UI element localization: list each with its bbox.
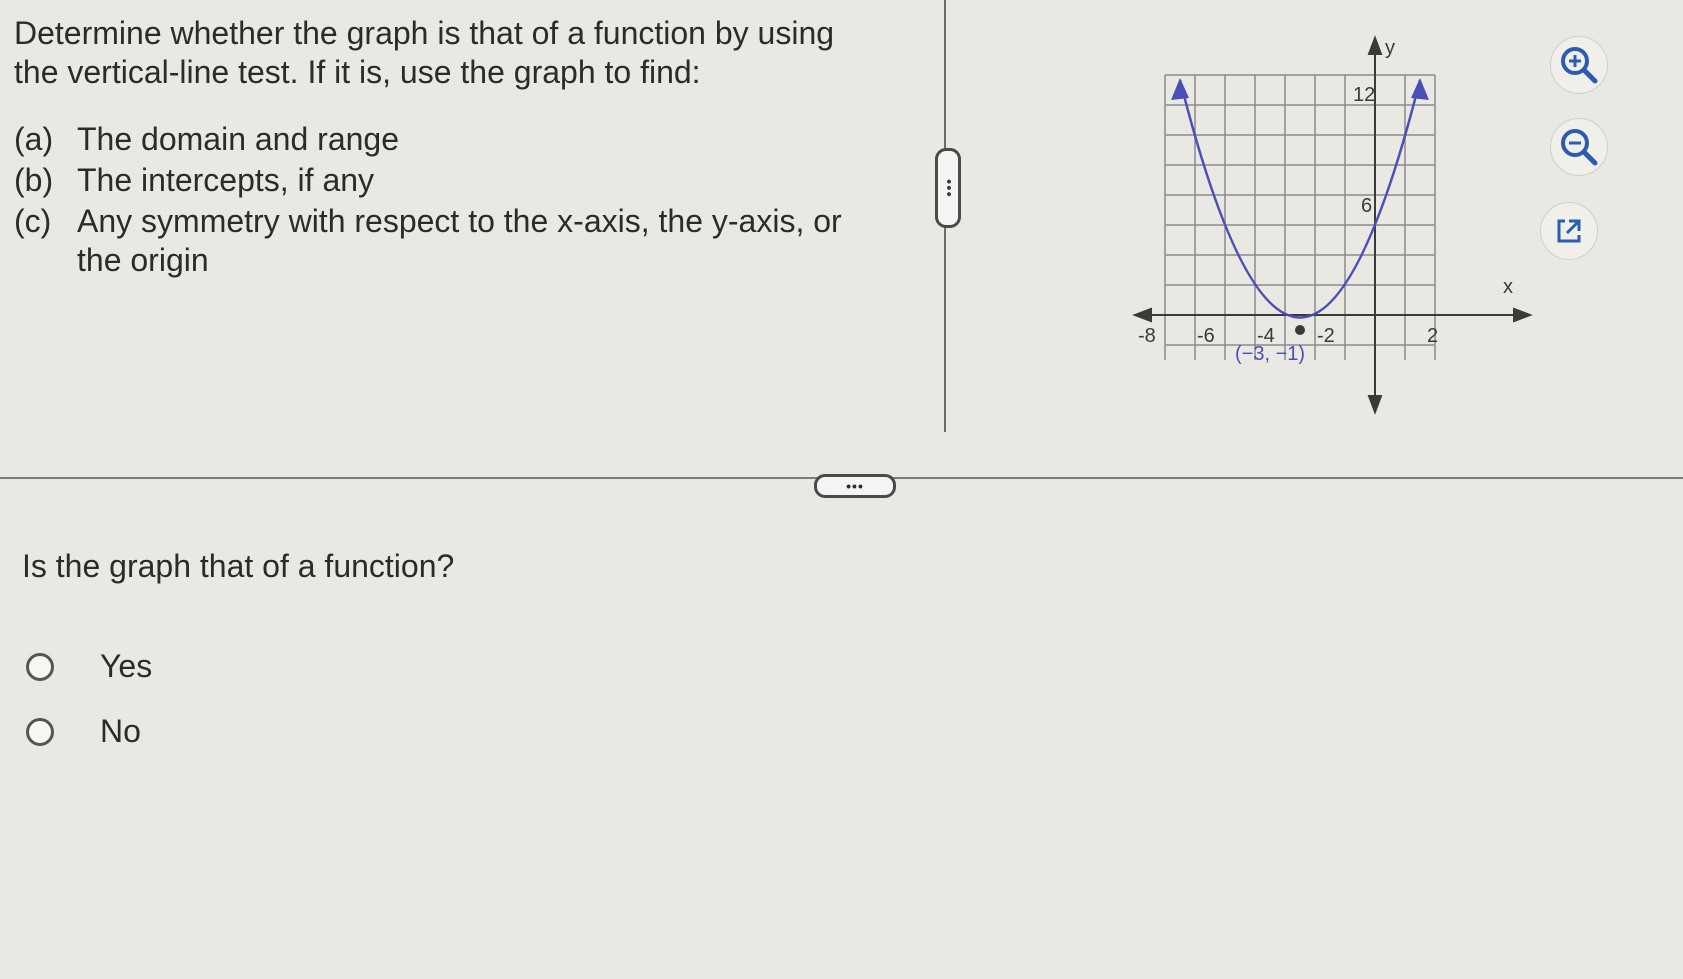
vertical-resize-handle[interactable]: ••• (935, 148, 961, 228)
parabola-curve (1178, 79, 1422, 319)
zoom-in-icon (1561, 47, 1598, 84)
part-text: The intercepts, if any (77, 162, 375, 198)
part-text: Any symmetry with respect to the x-axis,… (77, 203, 842, 278)
x-axis-right-arrow (1513, 307, 1533, 323)
y-axis-up-arrow (1367, 35, 1383, 55)
zoom-out-icon (1561, 129, 1598, 166)
x-tick-label: -2 (1317, 325, 1335, 347)
question-part-c: (c) Any symmetry with respect to the x-a… (14, 202, 874, 280)
question-parts: (a) The domain and range (b) The interce… (14, 120, 874, 280)
graph-panel: y x -8 -6 -4 -2 2 12 6 (−3, −1) (1132, 30, 1535, 420)
question-text: Determine whether the graph is that of a… (14, 14, 874, 282)
option-label: Yes (100, 648, 153, 684)
question-part-a: (a) The domain and range (14, 120, 874, 159)
vertex-label: (−3, −1) (1235, 343, 1305, 365)
part-text: The domain and range (77, 121, 399, 157)
popout-button[interactable] (1540, 202, 1598, 260)
option-yes[interactable]: Yes (26, 648, 152, 685)
part-label: (b) (14, 162, 54, 198)
curve-left-arrow (1171, 78, 1189, 100)
y-axis-label: y (1385, 37, 1395, 59)
handle-grip: ••• (940, 178, 957, 198)
question-part-b: (b) The intercepts, if any (14, 161, 874, 200)
zoom-in-button[interactable] (1550, 36, 1608, 94)
question-line-2: the vertical-line test. If it is, use th… (14, 54, 701, 90)
option-no[interactable]: No (26, 713, 141, 750)
curve-right-arrow (1411, 78, 1429, 100)
x-tick-label: -6 (1197, 325, 1215, 347)
part-label: (a) (14, 121, 54, 157)
radio-no[interactable] (26, 717, 54, 746)
zoom-out-button[interactable] (1550, 118, 1608, 176)
y-axis-down-arrow (1367, 395, 1383, 415)
vertex-point (1295, 325, 1305, 335)
x-axis-label: x (1503, 276, 1513, 298)
y-tick-label: 12 (1353, 84, 1375, 106)
horizontal-resize-handle[interactable]: ••• (814, 474, 896, 498)
function-question: Is the graph that of a function? (22, 548, 455, 584)
x-tick-label: -8 (1138, 325, 1156, 347)
question-line-1: Determine whether the graph is that of a… (14, 15, 835, 51)
x-axis-left-arrow (1132, 307, 1152, 323)
x-tick-label: 2 (1427, 325, 1438, 347)
y-tick-label: 6 (1361, 195, 1372, 217)
option-label: No (100, 713, 141, 749)
radio-yes[interactable] (26, 652, 54, 681)
handle-grip: ••• (846, 478, 864, 494)
part-label: (c) (14, 203, 52, 239)
parabola-graph: y x -8 -6 -4 -2 2 12 6 (−3, −1) (1132, 35, 1533, 415)
popout-icon (1557, 219, 1581, 243)
